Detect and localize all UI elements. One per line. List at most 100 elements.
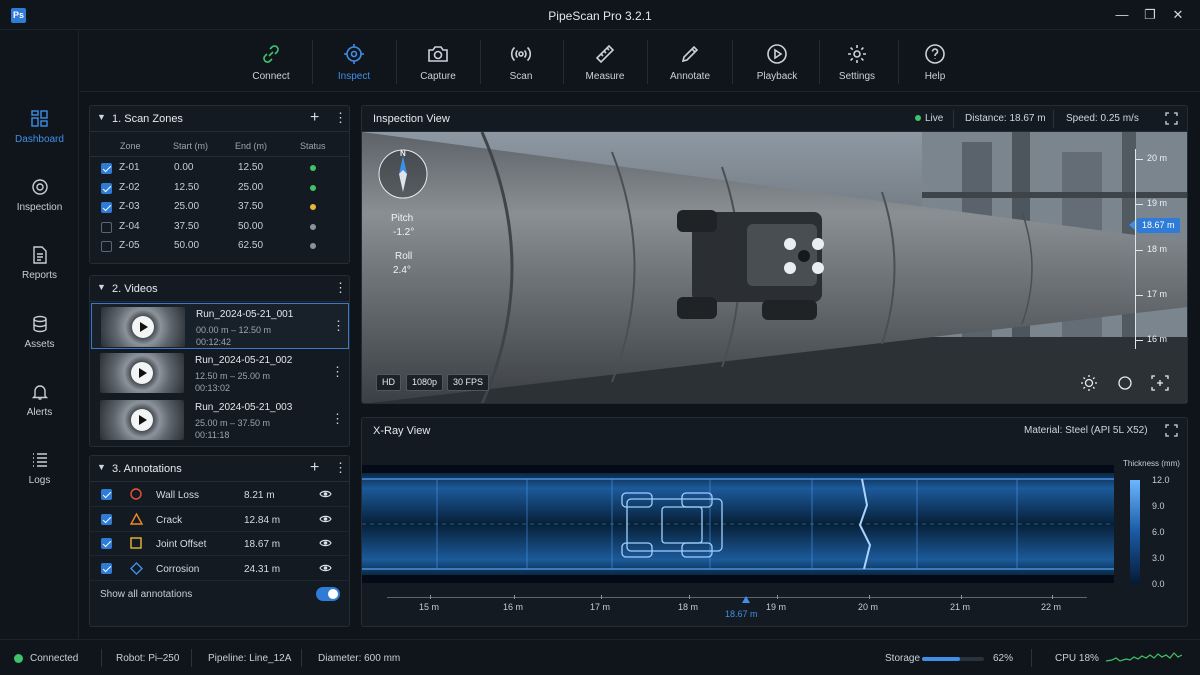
fullscreen-icon[interactable]	[1165, 424, 1178, 437]
video-range: 12.50 m – 25.00 m	[195, 371, 271, 381]
eye-icon[interactable]	[319, 514, 332, 524]
dashboard-icon	[30, 110, 48, 127]
axis-label: 15 m	[419, 602, 440, 612]
play-icon[interactable]	[131, 362, 153, 384]
zone-row[interactable]: Z-03 25.00 37.50	[90, 198, 350, 217]
annotation-row[interactable]: Corrosion 24.31 m	[90, 557, 350, 581]
eye-icon[interactable]	[319, 489, 332, 499]
annotation-row[interactable]: Crack 12.84 m	[90, 508, 350, 532]
more-icon[interactable]: ⋮	[331, 364, 344, 380]
settings-button[interactable]: Settings	[828, 30, 886, 92]
zone-id: Z-04	[119, 220, 140, 232]
help-button[interactable]: Help	[906, 30, 964, 92]
capture-button[interactable]: Capture	[409, 30, 467, 92]
sidebar-item-label: Assets	[24, 339, 55, 350]
video-range: 00.00 m – 12.50 m	[196, 325, 272, 335]
minimize-button[interactable]: —	[1112, 6, 1132, 24]
video-name: Run_2024-05-21_002	[195, 355, 293, 366]
more-icon[interactable]: ⋮	[334, 110, 347, 126]
annotation-row[interactable]: Wall Loss 8.21 m	[90, 483, 350, 507]
eye-icon[interactable]	[319, 563, 332, 573]
triangle-icon	[129, 512, 144, 528]
xray-image[interactable]	[362, 465, 1114, 583]
more-icon[interactable]: ⋮	[334, 460, 347, 476]
eye-icon[interactable]	[319, 538, 332, 548]
compass-north-label: N	[400, 149, 406, 158]
sidebar-item-dashboard[interactable]: Dashboard	[0, 110, 79, 172]
inspection-view-panel: Inspection View Live Distance: 18.67 m S…	[361, 105, 1188, 404]
play-icon[interactable]	[132, 316, 154, 338]
play-icon[interactable]	[131, 409, 153, 431]
more-icon[interactable]: ⋮	[331, 411, 344, 427]
connect-button[interactable]: Connect	[242, 30, 300, 92]
annotation-row[interactable]: Joint Offset 18.67 m	[90, 532, 350, 556]
cpu-sparkline	[1106, 652, 1182, 662]
annotations-panel: ▼ 3. Annotations + ⋮ Wall Loss 8.21 m Crac…	[89, 455, 350, 627]
sidebar-item-logs[interactable]: Logs	[0, 451, 79, 513]
zone-status-icon	[310, 184, 316, 191]
fps-chip[interactable]: 30 FPS	[447, 374, 490, 391]
video-thumbnail[interactable]	[100, 400, 184, 440]
collapse-icon[interactable]: ▼	[97, 282, 106, 292]
zone-checkbox[interactable]	[101, 182, 112, 194]
collapse-icon[interactable]: ▼	[97, 462, 106, 472]
video-item[interactable]: Run_2024-05-21_002 12.50 m – 25.00 m 00:13…	[91, 350, 349, 396]
assets-icon	[32, 315, 47, 333]
show-all-toggle[interactable]	[316, 587, 340, 601]
collapse-icon[interactable]: ▼	[97, 112, 106, 122]
annotation-name: Crack	[156, 514, 183, 526]
video-name: Run_2024-05-21_001	[196, 309, 294, 320]
pipeline-label: Pipeline: Line_12A	[208, 653, 292, 664]
annotation-checkbox[interactable]	[101, 513, 112, 525]
zone-start: 37.50	[174, 220, 200, 232]
distance-scale	[1135, 149, 1136, 349]
zone-checkbox[interactable]	[101, 202, 112, 213]
maximize-button[interactable]: ❐	[1140, 6, 1160, 24]
resolution-chip[interactable]: 1080p	[406, 374, 444, 391]
zone-row[interactable]: Z-04 37.50 50.00	[90, 218, 350, 237]
annotation-checkbox[interactable]	[101, 489, 112, 500]
axis-tick	[777, 595, 778, 599]
pitch-value: -1.2°	[393, 227, 415, 238]
annotation-checkbox[interactable]	[101, 562, 112, 574]
sidebar-item-inspection[interactable]: Inspection	[0, 178, 79, 240]
video-item[interactable]: Run_2024-05-21_001 00.00 m – 12.50 m 00:12…	[91, 303, 349, 349]
playback-button[interactable]: Playback	[748, 30, 806, 92]
zone-checkbox[interactable]	[101, 163, 112, 174]
more-icon[interactable]: ⋮	[332, 318, 345, 334]
sidebar-item-label: Reports	[21, 270, 57, 281]
panel-title: X-Ray View	[373, 425, 431, 437]
add-zone-button[interactable]: +	[310, 109, 319, 127]
xray-axis: 15 m 16 m 17 m 18 m 19 m 20 m 21 m 22 m	[362, 584, 1114, 626]
video-item[interactable]: Run_2024-05-21_003 25.00 m – 37.50 m 00:11…	[91, 397, 349, 443]
close-button[interactable]: ✕	[1168, 6, 1188, 24]
measure-button[interactable]: Measure	[576, 30, 634, 92]
camera-feed[interactable]: N Pitch -1.2° Roll 2.4° HD 1080p 30 FPS …	[362, 132, 1187, 403]
zone-row[interactable]: Z-01 0.00 12.50	[90, 159, 350, 178]
more-icon[interactable]: ⋮	[334, 280, 347, 296]
axis-tick	[1052, 595, 1053, 599]
zone-row[interactable]: Z-05 50.00 62.50	[90, 237, 350, 256]
sidebar-item-reports[interactable]: Reports	[0, 246, 79, 308]
inspect-button[interactable]: Inspect	[325, 30, 383, 92]
add-annotation-button[interactable]: +	[310, 459, 319, 477]
panel-title: 1. Scan Zones	[112, 113, 183, 125]
axis-label: 19 m	[766, 602, 787, 612]
sidebar-item-alerts[interactable]: Alerts	[0, 383, 79, 445]
zone-row[interactable]: Z-02 12.50 25.00	[90, 179, 350, 198]
hd-chip[interactable]: HD	[376, 374, 401, 391]
annotate-button[interactable]: Annotate	[661, 30, 719, 92]
fullscreen-icon[interactable]	[1165, 112, 1178, 125]
zone-end: 12.50	[238, 162, 264, 173]
sidebar-item-assets[interactable]: Assets	[0, 315, 79, 377]
zone-checkbox[interactable]	[101, 221, 112, 233]
material-label: Material: Steel (API 5L X52)	[1024, 425, 1148, 436]
annotation-checkbox[interactable]	[101, 538, 112, 549]
storage-label: Storage	[885, 653, 921, 664]
zone-checkbox[interactable]	[101, 241, 112, 252]
annotation-name: Wall Loss	[156, 490, 199, 501]
video-thumbnail[interactable]	[101, 307, 185, 347]
panel-title: 3. Annotations	[112, 463, 182, 475]
scan-button[interactable]: Scan	[492, 30, 550, 92]
video-thumbnail[interactable]	[100, 353, 184, 393]
